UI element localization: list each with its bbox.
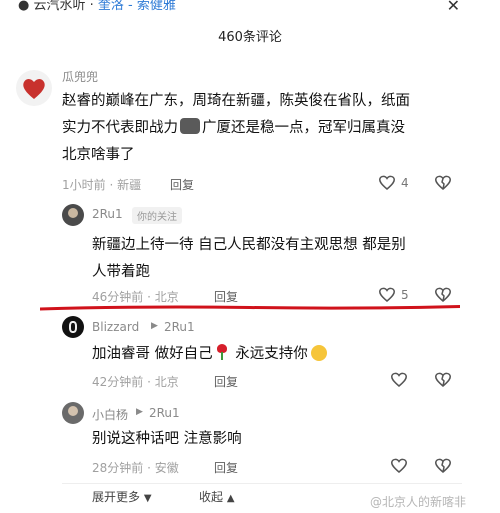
comment-fragment: 广厦还是稳一点，冠军归属真没 bbox=[202, 120, 405, 136]
like-count: 5 bbox=[401, 288, 409, 302]
heart-outline-icon bbox=[391, 372, 407, 387]
comment-meta: 1小时前 · 新疆 bbox=[62, 178, 142, 192]
avatar[interactable] bbox=[62, 316, 84, 338]
reply-to-username[interactable]: 2Ru1 bbox=[149, 406, 180, 420]
expand-more-button[interactable]: 展开更多 ▼ bbox=[92, 488, 152, 505]
heart-outline-icon bbox=[391, 458, 407, 473]
heart-outline-icon bbox=[379, 287, 395, 302]
comment-meta: 42分钟前 · 北京 bbox=[92, 375, 179, 389]
avatar-face bbox=[68, 406, 78, 416]
divider bbox=[62, 483, 462, 484]
comment-count-title: 460条评论 bbox=[218, 30, 282, 45]
rose-icon bbox=[216, 344, 228, 360]
like-button[interactable] bbox=[390, 371, 408, 391]
comment-text: 新疆边上待一待 自己人民都没有主观思想 都是别 人带着跑 bbox=[92, 232, 472, 286]
chevron-down-icon: ▼ bbox=[143, 493, 152, 504]
avatar[interactable] bbox=[62, 204, 84, 226]
source-link[interactable]: 奎洛 - 索健雅 bbox=[98, 0, 176, 13]
collapse-button[interactable]: 收起 ▲ bbox=[199, 488, 235, 505]
reply-arrow-icon: ▶ bbox=[136, 407, 143, 417]
like-button[interactable] bbox=[390, 457, 408, 477]
comment-fragment: 实力不代表即战力 bbox=[62, 120, 178, 136]
comment-username[interactable]: Blizzard bbox=[92, 320, 139, 334]
emoji-icon bbox=[180, 118, 200, 134]
close-icon[interactable]: ✕ bbox=[447, 0, 460, 15]
broken-heart-icon bbox=[435, 458, 451, 473]
dislike-button[interactable] bbox=[434, 371, 452, 391]
broken-heart-icon bbox=[435, 287, 451, 302]
comment-meta: 46分钟前 · 北京 bbox=[92, 290, 179, 304]
comment-line: 新疆边上待一待 自己人民都没有主观思想 都是别 bbox=[92, 237, 406, 253]
broken-heart-icon bbox=[435, 175, 451, 190]
comment-line: 北京啥事了 bbox=[62, 147, 135, 163]
header-bar: ● 云汽水听 · 奎洛 - 索健雅 bbox=[0, 0, 500, 14]
broken-heart-icon bbox=[435, 372, 451, 387]
reply-to-username[interactable]: 2Ru1 bbox=[164, 320, 195, 334]
reply-button[interactable]: 回复 bbox=[214, 288, 238, 305]
heart-icon bbox=[23, 79, 45, 99]
avatar[interactable] bbox=[62, 402, 84, 424]
comment-fragment: 永远支持你 bbox=[230, 346, 308, 362]
comment-text: 赵睿的巅峰在广东，周琦在新疆，陈英俊在省队，纸面 实力不代表即战力 广厦还是稳一点… bbox=[62, 88, 482, 169]
red-underline-mark bbox=[40, 305, 460, 311]
like-button[interactable] bbox=[378, 286, 396, 306]
reply-button[interactable]: 回复 bbox=[214, 459, 238, 476]
comment-fragment: 加油睿哥 做好自己 bbox=[92, 346, 213, 362]
collapse-label: 收起 bbox=[199, 490, 224, 504]
comment-line: 实力不代表即战力 广厦还是稳一点，冠军归属真没 bbox=[62, 115, 482, 142]
like-button[interactable] bbox=[378, 174, 396, 194]
avatar[interactable] bbox=[16, 70, 52, 106]
comment-text: 别说这种话吧 注意影响 bbox=[92, 431, 242, 447]
header-dot: ● bbox=[18, 0, 30, 13]
watermark: @北京人的新喀非 bbox=[370, 495, 467, 509]
reply-arrow-icon: ▶ bbox=[151, 321, 158, 331]
comment-meta: 28分钟前 · 安徽 bbox=[92, 461, 179, 475]
dislike-button[interactable] bbox=[434, 174, 452, 194]
kiss-emoji-icon bbox=[310, 345, 327, 361]
avatar-face bbox=[68, 208, 78, 218]
source-prefix: 云汽水听 · bbox=[33, 0, 98, 13]
expand-more-label: 展开更多 bbox=[92, 490, 141, 504]
like-count: 4 bbox=[401, 176, 409, 190]
comment-username[interactable]: 小白杨 bbox=[92, 406, 128, 423]
dislike-button[interactable] bbox=[434, 457, 452, 477]
avatar-mark bbox=[69, 321, 77, 333]
comment-text: 加油睿哥 做好自己 永远支持你 bbox=[92, 341, 327, 368]
comment-line: 赵睿的巅峰在广东，周琦在新疆，陈英俊在省队，纸面 bbox=[62, 93, 410, 109]
comment-username[interactable]: 瓜兜兜 bbox=[62, 68, 98, 85]
heart-outline-icon bbox=[379, 175, 395, 190]
reply-button[interactable]: 回复 bbox=[170, 176, 194, 193]
following-badge: 你的关注 bbox=[132, 207, 182, 224]
comment-line: 人带着跑 bbox=[92, 264, 150, 280]
comment-username[interactable]: 2Ru1 bbox=[92, 207, 123, 221]
reply-button[interactable]: 回复 bbox=[214, 373, 238, 390]
dislike-button[interactable] bbox=[434, 286, 452, 306]
chevron-up-icon: ▲ bbox=[226, 493, 235, 504]
source-line: ● 云汽水听 · 奎洛 - 索健雅 bbox=[18, 0, 176, 13]
